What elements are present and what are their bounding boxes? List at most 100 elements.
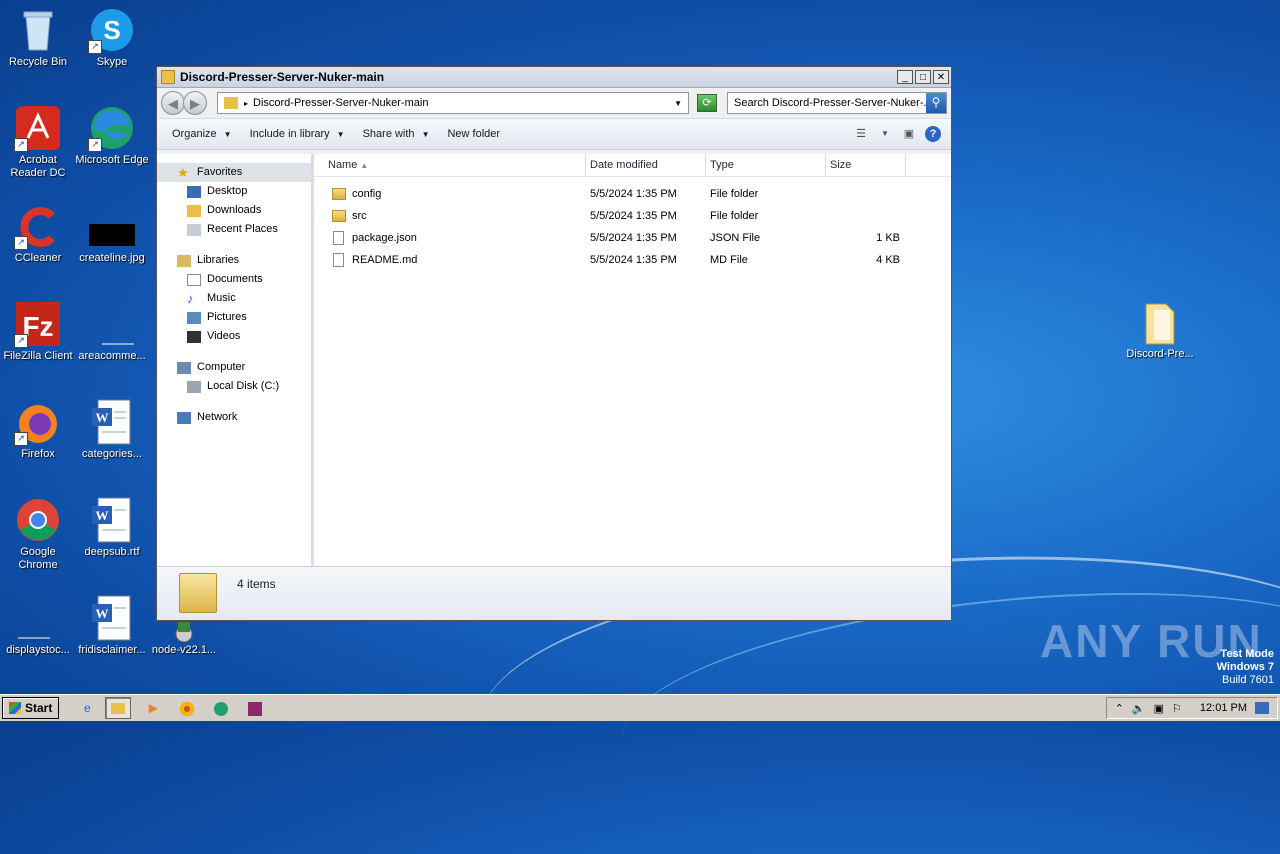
file-row-config[interactable]: config 5/5/2024 1:35 PM File folder — [314, 183, 951, 205]
dropdown-arrow-icon: ▼ — [223, 130, 232, 139]
edge-icon: ↗ — [88, 104, 136, 152]
file-date: 5/5/2024 1:35 PM — [590, 232, 677, 244]
view-options-icon[interactable]: ☰ — [853, 127, 869, 141]
file-size: 1 KB — [876, 232, 900, 244]
nav-favorites[interactable]: ★ Favorites — [157, 163, 311, 182]
desktop-icon-categories[interactable]: W categories... — [74, 398, 150, 461]
nav-computer-label: Computer — [197, 361, 246, 373]
search-input[interactable]: Search Discord-Presser-Server-Nuker-... — [734, 97, 926, 109]
test-mode-label: Test Mode — [1220, 648, 1274, 660]
svg-text:W: W — [96, 606, 109, 621]
desktop-icon — [187, 185, 201, 198]
nav-videos[interactable]: Videos — [157, 327, 311, 346]
chrome-icon[interactable] — [175, 698, 199, 718]
desktop-icon-deepsub[interactable]: W deepsub.rtf — [74, 496, 150, 559]
new-folder-button[interactable]: New folder — [438, 122, 509, 146]
nav-desktop-label: Desktop — [207, 185, 248, 197]
nav-desktop[interactable]: Desktop — [157, 182, 311, 201]
explorer-taskbar-icon[interactable] — [105, 697, 132, 719]
window-titlebar[interactable]: Discord-Presser-Server-Nuker-main _ □ ✕ — [157, 67, 951, 88]
column-header-date-modified[interactable]: Date modified — [586, 154, 706, 176]
nav-music[interactable]: ♪ Music — [157, 289, 311, 308]
desktop-icon-fridisclaimer[interactable]: W fridisclaimer... — [74, 594, 150, 657]
share-with-button[interactable]: Share with ▼ — [354, 122, 439, 146]
search-icon[interactable]: ⚲ — [926, 93, 946, 113]
forward-button[interactable]: ▶ — [183, 91, 207, 115]
nav-computer[interactable]: Computer — [157, 358, 311, 377]
nav-network[interactable]: Network — [157, 408, 311, 427]
chevron-down-icon[interactable]: ▼ — [674, 99, 682, 108]
desktop-icon-recycle-bin[interactable]: Recycle Bin — [0, 6, 76, 69]
desktop-icon-displaystoc[interactable]: displaystoc... — [0, 594, 76, 657]
file-date: 5/5/2024 1:35 PM — [590, 254, 677, 266]
maximize-button[interactable]: □ — [915, 70, 931, 84]
organize-button[interactable]: Organize ▼ — [163, 122, 241, 146]
edge-icon[interactable] — [209, 698, 233, 718]
folder-icon — [224, 97, 238, 109]
desktop-icon-edge[interactable]: ↗ Microsoft Edge — [74, 104, 150, 167]
address-bar[interactable]: ▸ Discord-Presser-Server-Nuker-main ▼ — [217, 92, 689, 114]
desktop-icon-acrobat[interactable]: ↗ Acrobat Reader DC — [0, 104, 76, 180]
nav-recent-places[interactable]: Recent Places — [157, 220, 311, 239]
file-date: 5/5/2024 1:35 PM — [590, 210, 677, 222]
desktop-icon-createline[interactable]: createline.jpg — [74, 202, 150, 265]
command-bar: Organize ▼ Include in library ▼ Share with… — [157, 118, 951, 150]
nav-local-disk-label: Local Disk (C:) — [207, 380, 280, 392]
desktop-icon-chrome[interactable]: Google Chrome — [0, 496, 76, 572]
preview-pane-icon[interactable]: ▣ — [901, 127, 917, 141]
desktop-icon-areacomme[interactable]: areacomme... — [74, 300, 150, 363]
item-count: 4 items — [237, 577, 276, 591]
navigation-pane: ★ Favorites Desktop Downloads Recent Plac… — [157, 154, 314, 567]
libraries-icon — [177, 254, 191, 267]
winrar-icon[interactable] — [243, 698, 267, 718]
chevron-down-icon[interactable]: ▼ — [877, 127, 893, 141]
documents-icon — [187, 273, 201, 286]
file-name: README.md — [352, 254, 418, 266]
file-list: Name ▲ Date modified Type Size config 5/… — [314, 154, 951, 567]
nav-local-disk[interactable]: Local Disk (C:) — [157, 377, 311, 396]
volume-icon[interactable]: 🔈 — [1132, 702, 1146, 715]
desktop-icon-ccleaner[interactable]: ↗ CCleaner — [0, 202, 76, 265]
svg-text:W: W — [96, 410, 109, 425]
refresh-button[interactable]: ⟳ — [697, 94, 717, 112]
desktop-icon-firefox[interactable]: ↗ Firefox — [0, 398, 76, 461]
file-row-readme[interactable]: README.md 5/5/2024 1:35 PM MD File 4 KB — [314, 249, 951, 271]
show-desktop-icon[interactable] — [1255, 702, 1269, 714]
minimize-button[interactable]: _ — [897, 70, 913, 84]
clock[interactable]: 12:01 PM — [1200, 702, 1247, 714]
desktop-icon-filezilla[interactable]: Fz ↗ FileZilla Client — [0, 300, 76, 363]
help-icon[interactable]: ? — [925, 126, 941, 142]
start-button[interactable]: Start — [2, 697, 60, 719]
file-row-src[interactable]: src 5/5/2024 1:35 PM File folder — [314, 205, 951, 227]
address-path[interactable]: Discord-Presser-Server-Nuker-main — [253, 97, 674, 109]
nav-libraries[interactable]: Libraries — [157, 251, 311, 270]
nav-documents[interactable]: Documents — [157, 270, 311, 289]
hard-drive-icon — [187, 380, 201, 393]
network-tray-icon[interactable]: ▣ — [1154, 702, 1164, 715]
media-player-icon[interactable]: ▶ — [141, 698, 165, 718]
back-button[interactable]: ◀ — [161, 91, 185, 115]
nav-downloads[interactable]: Downloads — [157, 201, 311, 220]
chevron-up-icon[interactable]: ⌃ — [1115, 702, 1124, 715]
column-headers: Name ▲ Date modified Type Size — [314, 154, 951, 177]
svg-text:W: W — [96, 508, 109, 523]
column-header-size[interactable]: Size — [826, 154, 906, 176]
chevron-right-icon: ▸ — [244, 98, 249, 108]
desktop-icon-skype[interactable]: S ↗ Skype — [74, 6, 150, 69]
nav-pictures[interactable]: Pictures — [157, 308, 311, 327]
search-box[interactable]: Search Discord-Presser-Server-Nuker-... … — [727, 92, 947, 114]
start-label: Start — [25, 700, 53, 715]
videos-icon — [187, 330, 201, 343]
firefox-icon: ↗ — [14, 398, 62, 446]
file-row-package-json[interactable]: package.json 5/5/2024 1:35 PM JSON File … — [314, 227, 951, 249]
column-header-type[interactable]: Type — [706, 154, 826, 176]
desktop-icon-discord-folder[interactable]: Discord-Pre... — [1122, 298, 1198, 361]
include-in-library-button[interactable]: Include in library ▼ — [241, 122, 354, 146]
recycle-bin-icon — [14, 6, 62, 54]
column-header-name[interactable]: Name ▲ — [314, 154, 586, 176]
skype-icon: S ↗ — [88, 6, 136, 54]
action-center-flag-icon[interactable]: ⚐ — [1172, 702, 1182, 715]
close-button[interactable]: ✕ — [933, 70, 949, 84]
ie-icon[interactable]: e — [75, 698, 99, 718]
share-with-label: Share with — [362, 128, 415, 140]
